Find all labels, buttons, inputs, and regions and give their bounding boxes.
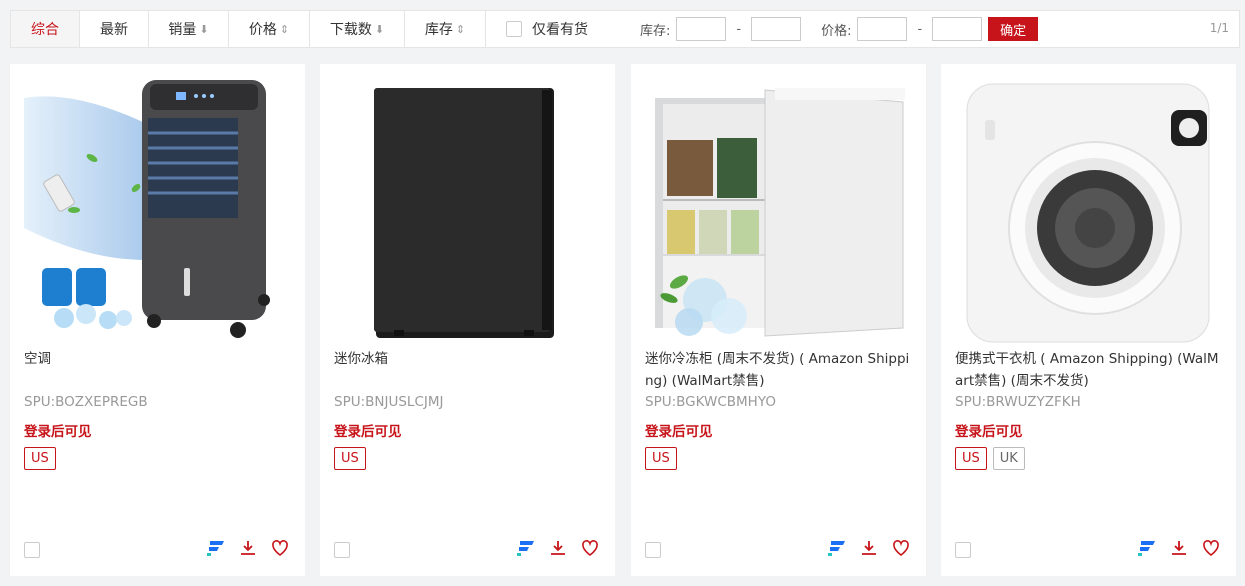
login-to-view-price[interactable]: 登录后可见 [645,420,713,440]
product-image-mini-freezer[interactable] [645,78,911,343]
arrow-down-icon: ⬇ [199,22,209,36]
login-to-view-price[interactable]: 登录后可见 [955,420,1023,440]
price-range-label: 价格: [821,23,852,39]
confirm-button[interactable]: 确定 [988,17,1039,41]
product-card[interactable]: 便携式干衣机 ( Amazon Shipping) (WalMart禁售) (周… [941,64,1236,576]
heart-favorite-icon[interactable] [892,539,910,557]
region-tag-us: US [24,447,56,470]
tab-newest[interactable]: 最新 [80,11,149,47]
tab-label: 最新 [100,22,128,38]
product-name[interactable]: 空调 [24,348,292,392]
product-name[interactable]: 便携式干衣机 ( Amazon Shipping) (WalMart禁售) (周… [955,348,1223,392]
product-image-mini-fridge[interactable] [334,78,600,343]
region-tag-us: US [955,447,987,470]
stock-range-label: 库存: [640,23,671,39]
product-spu: SPU:BRWUZYZFKH [955,394,1081,410]
region-tag-us: US [334,447,366,470]
select-product-checkbox[interactable] [334,542,350,558]
tab-label: 库存 [424,22,453,38]
select-product-checkbox[interactable] [645,542,661,558]
product-image-air-cooler[interactable] [24,78,290,343]
product-spu: SPU:BGKWCBMHYO [645,394,776,410]
page-indicator: 1/1 [1209,21,1229,35]
product-actions [517,539,599,557]
region-tag-uk: UK [992,447,1025,470]
download-icon[interactable] [860,539,878,557]
stock-max-input[interactable] [751,17,802,41]
product-name[interactable]: 迷你冰箱 [334,348,602,392]
product-image-clothes-dryer[interactable] [955,78,1221,343]
tab-label: 下载数 [329,22,372,38]
brand-f-logo-icon[interactable] [207,539,225,557]
select-product-checkbox[interactable] [24,542,40,558]
arrow-down-icon: ⬇ [374,22,385,36]
product-actions [207,539,289,557]
region-tags: US [24,447,56,470]
stock-range: 库存: - [640,17,802,41]
tab-label: 销量 [168,22,197,38]
tab-sales[interactable]: 销量 ⬇ [149,11,229,47]
login-to-view-price[interactable]: 登录后可见 [334,420,402,440]
tab-downloads[interactable]: 下载数 ⬇ [310,11,405,47]
price-range: 价格: - 确定 [821,17,1039,41]
in-stock-only-filter[interactable]: 仅看有货 [506,19,588,39]
region-tags: US [645,447,677,470]
tab-price[interactable]: 价格 ⇕ [229,11,310,47]
product-spu: SPU:BOZXEPREGB [24,394,148,410]
product-name[interactable]: 迷你冷冻柜 (周末不发货) ( Amazon Shipping) (WalMar… [645,348,913,392]
product-actions [828,539,910,557]
brand-f-logo-icon[interactable] [517,539,535,557]
sort-updown-icon: ⇕ [279,22,290,36]
heart-favorite-icon[interactable] [271,539,289,557]
sort-updown-icon: ⇕ [455,22,466,36]
download-icon[interactable] [239,539,257,557]
tab-label: 价格 [248,22,277,38]
product-card[interactable]: 迷你冷冻柜 (周末不发货) ( Amazon Shipping) (WalMar… [631,64,926,576]
price-min-input[interactable] [857,17,908,41]
download-icon[interactable] [1170,539,1188,557]
sort-filter-toolbar: 综合 最新 销量 ⬇ 价格 ⇕ 下载数 ⬇ 库存 ⇕ 仅看有货 库存: - 价格… [10,10,1240,48]
tab-comprehensive[interactable]: 综合 [11,11,80,47]
range-dash: - [736,21,742,37]
product-actions [1138,539,1220,557]
stock-min-input[interactable] [676,17,727,41]
brand-f-logo-icon[interactable] [1138,539,1156,557]
product-card[interactable]: 空调 SPU:BOZXEPREGB 登录后可见 US [10,64,305,576]
in-stock-label: 仅看有货 [532,22,588,38]
region-tags: US [334,447,366,470]
range-dash: - [917,21,923,37]
tab-label: 综合 [31,22,59,38]
heart-favorite-icon[interactable] [581,539,599,557]
price-max-input[interactable] [932,17,983,41]
heart-favorite-icon[interactable] [1202,539,1220,557]
in-stock-checkbox[interactable] [506,21,522,37]
select-product-checkbox[interactable] [955,542,971,558]
region-tag-us: US [645,447,677,470]
region-tags: US UK [955,447,1025,470]
download-icon[interactable] [549,539,567,557]
product-spu: SPU:BNJUSLCJMJ [334,394,444,410]
login-to-view-price[interactable]: 登录后可见 [24,420,92,440]
brand-f-logo-icon[interactable] [828,539,846,557]
tab-stock[interactable]: 库存 ⇕ [405,11,486,47]
product-card[interactable]: 迷你冰箱 SPU:BNJUSLCJMJ 登录后可见 US [320,64,615,576]
